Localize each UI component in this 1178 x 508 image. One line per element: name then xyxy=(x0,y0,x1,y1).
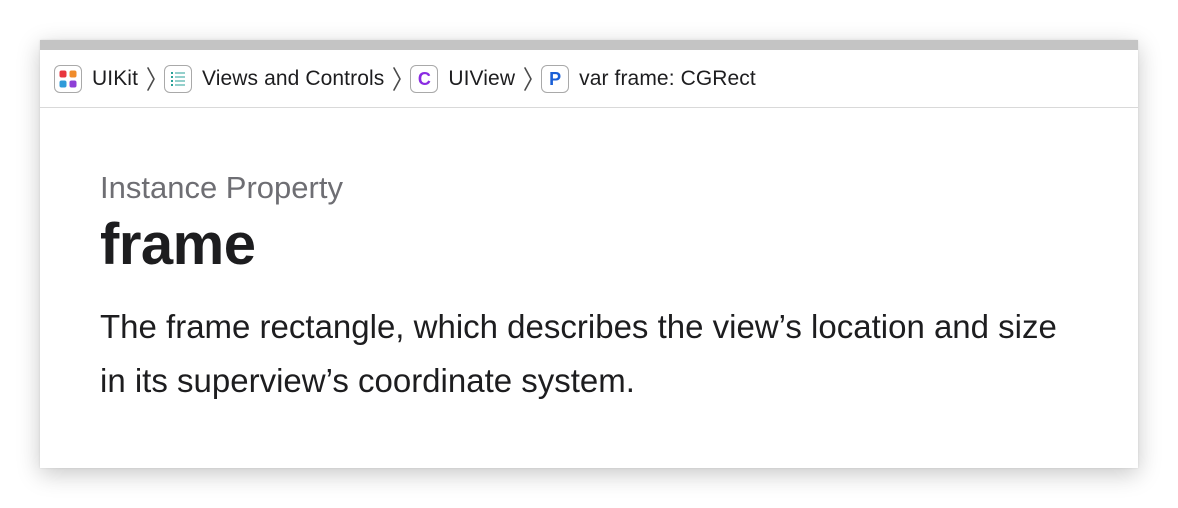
breadcrumb: UIKit Views and Controls C UIView P var … xyxy=(40,50,1138,108)
breadcrumb-label: UIView xyxy=(448,66,516,90)
breadcrumb-label: Views and Controls xyxy=(202,66,385,90)
breadcrumb-item-uiview[interactable]: C UIView xyxy=(410,64,516,93)
chevron-right-icon xyxy=(392,66,402,92)
class-icon: C xyxy=(410,64,439,93)
abstract-text: The frame rectangle, which describes the… xyxy=(100,308,1057,399)
chevron-right-icon xyxy=(146,66,156,92)
breadcrumb-item-views-and-controls[interactable]: Views and Controls xyxy=(164,64,385,93)
breadcrumb-label: UIKit xyxy=(92,66,139,90)
documentation-window: UIKit Views and Controls C UIView P var … xyxy=(40,40,1138,468)
symbol-kind-eyebrow: Instance Property xyxy=(100,170,343,205)
collection-list-icon xyxy=(164,64,193,93)
property-icon: P xyxy=(541,64,570,93)
class-icon-letter: C xyxy=(417,68,431,89)
property-icon-letter: P xyxy=(549,68,562,89)
window-top-bar xyxy=(40,40,1138,50)
breadcrumb-item-uikit[interactable]: UIKit xyxy=(54,64,139,93)
breadcrumb-item-frame-property[interactable]: P var frame: CGRect xyxy=(541,64,756,93)
chevron-right-icon xyxy=(523,66,533,92)
framework-icon xyxy=(54,64,82,93)
breadcrumb-label: var frame: CGRect xyxy=(579,66,756,90)
page-title: frame xyxy=(100,212,256,277)
documentation-content: Instance Property frame The frame rectan… xyxy=(100,168,1110,408)
